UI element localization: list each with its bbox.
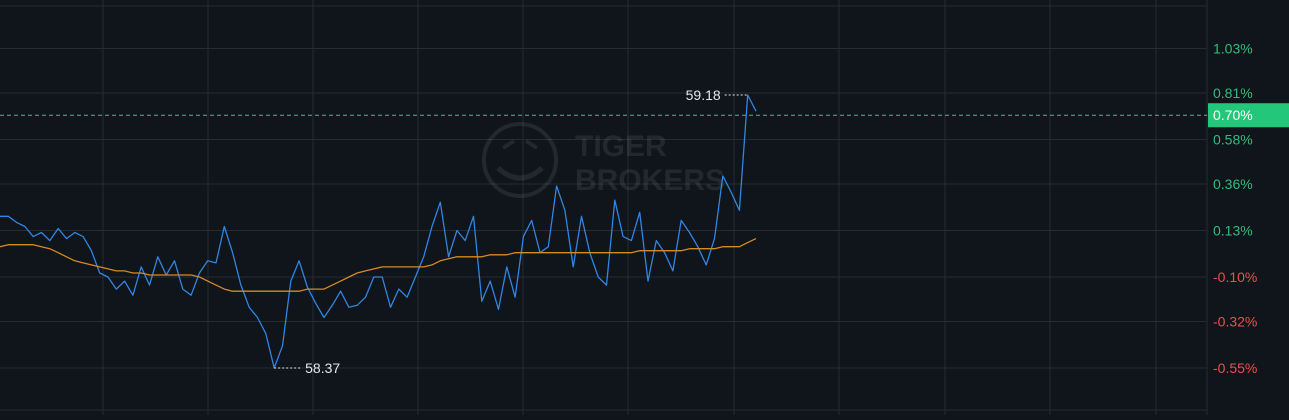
chart-canvas[interactable]: TIGER BROKERS 59.18 58.37 1.03% 0.81% 0.58%… <box>0 0 1289 415</box>
y-tick-label: 0.13% <box>1213 223 1253 239</box>
watermark-text-line2: BROKERS <box>575 164 725 197</box>
y-tick-label: -0.55% <box>1213 360 1257 376</box>
y-tick-label: -0.32% <box>1213 314 1257 330</box>
high-value-label: 59.18 <box>686 87 721 103</box>
y-tick-label: 0.36% <box>1213 176 1253 192</box>
current-value-label: 0.70% <box>1213 107 1253 123</box>
y-tick-label: -0.10% <box>1213 269 1257 285</box>
low-value-label: 58.37 <box>305 360 340 376</box>
chart-background <box>0 0 1289 415</box>
intraday-chart[interactable]: TIGER BROKERS 59.18 58.37 1.03% 0.81% 0.58%… <box>0 0 1289 415</box>
y-tick-label: 0.58% <box>1213 132 1253 148</box>
y-tick-label: 0.81% <box>1213 85 1253 101</box>
watermark-text-line1: TIGER <box>575 130 667 163</box>
y-tick-label: 1.03% <box>1213 41 1253 57</box>
